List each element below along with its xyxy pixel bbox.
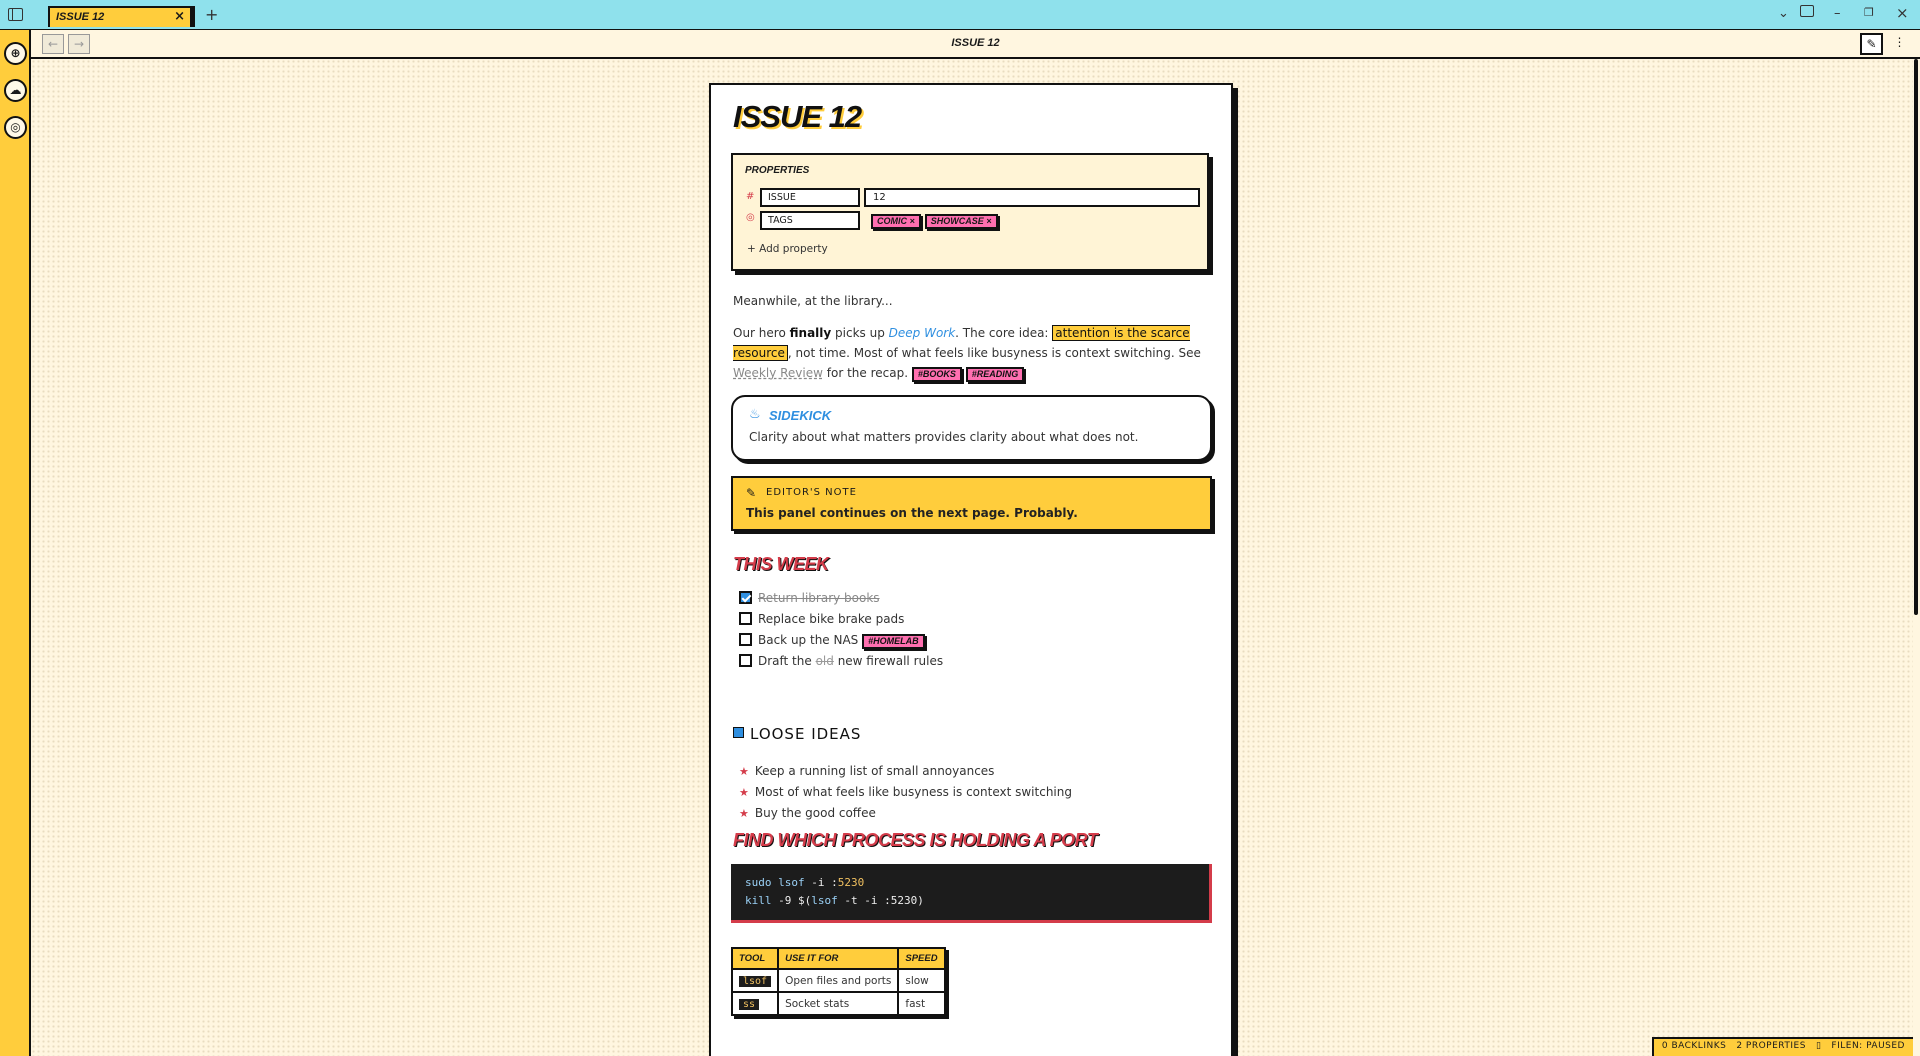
scrollbar-thumb[interactable] [1914, 59, 1918, 615]
note-title[interactable]: ISSUE 12 [733, 99, 862, 135]
cloud-icon[interactable]: ☁ [4, 79, 27, 102]
callout-title: EDITOR'S NOTE [766, 487, 857, 498]
property-key-issue[interactable]: ISSUE [760, 188, 860, 207]
status-bar: 0 BACKLINKS 2 PROPERTIES ▯ FILEN: PAUSED [1651, 1037, 1913, 1056]
scrollbar[interactable] [1913, 59, 1920, 1056]
heading-this-week: THIS WEEK [733, 554, 829, 574]
close-window-icon[interactable]: × [1896, 4, 1909, 22]
table-cell[interactable]: Socket stats [777, 991, 900, 1016]
view-title: ISSUE 12 [951, 37, 1000, 49]
task-item: Back up the NAS #HOMELAB [739, 633, 925, 653]
body-paragraph: Our hero finally picks up Deep Work. The… [733, 325, 1201, 382]
tab-label: ISSUE 12 [56, 11, 105, 23]
star-icon: ★ [739, 765, 749, 778]
properties-panel: PROPERTIES # ISSUE 12 ◎ TAGS COMIC × SHOW… [731, 153, 1209, 271]
tag-homelab[interactable]: #HOMELAB [862, 634, 925, 649]
heading-port: FIND WHICH PROCESS IS HOLDING A PORT [733, 830, 1098, 850]
flame-icon: ♨ [749, 407, 761, 422]
number-icon: # [746, 191, 755, 202]
left-ribbon: ⊕ ☁ ◎ [0, 30, 31, 1056]
view-header: ← → ISSUE 12 ✎ ⋮ [31, 30, 1920, 59]
restore-icon[interactable]: ❐ [1864, 6, 1874, 19]
book-icon[interactable]: ▯ [1816, 1041, 1821, 1054]
code-line: sudo lsof -i :5230 [745, 876, 865, 889]
editors-note-callout: ✎ EDITOR'S NOTE This panel continues on … [731, 476, 1212, 531]
internal-link[interactable]: Deep Work [889, 326, 956, 340]
list-item: ★ Most of what feels like busyness is con… [739, 785, 1072, 799]
star-icon: ★ [739, 807, 749, 820]
star-icon: ★ [739, 786, 749, 799]
checkbox[interactable] [739, 633, 752, 646]
property-key-tags[interactable]: TAGS [760, 211, 860, 230]
table-row: ss Socket stats fast [730, 991, 946, 1016]
table-cell[interactable]: Open files and ports [777, 968, 900, 993]
tag-pill[interactable]: COMIC × [871, 214, 921, 229]
intro-paragraph: Meanwhile, at the library... [733, 294, 893, 308]
note-page: ISSUE 12 PROPERTIES # ISSUE 12 ◎ TAGS CO… [709, 83, 1233, 1056]
sidekick-callout: ♨ SIDEKICK Clarity about what matters pr… [731, 395, 1212, 461]
properties-heading[interactable]: PROPERTIES [745, 165, 809, 176]
inline-code: lsof [739, 975, 772, 987]
table-cell[interactable]: slow [897, 968, 946, 993]
right-sidebar-toggle-icon[interactable] [1800, 5, 1814, 17]
properties-count[interactable]: 2 PROPERTIES [1736, 1041, 1806, 1054]
callout-body: Clarity about what matters provides clar… [749, 430, 1139, 444]
table-header: SPEED [897, 947, 946, 970]
task-item: Replace bike brake pads [739, 612, 904, 632]
tags-icon: ◎ [746, 212, 755, 223]
callout-title: SIDEKICK [769, 408, 832, 423]
task-item: Draft the old new firewall rules [739, 654, 943, 674]
title-bar: ISSUE 12 × + ⌄ – ❐ × [0, 0, 1920, 30]
property-value-issue[interactable]: 12 [864, 188, 1200, 207]
code-block[interactable]: sudo lsof -i :5230 kill -9 $(lsof -t -i … [731, 864, 1212, 923]
tag-reading[interactable]: #READING [965, 367, 1025, 382]
table-header: USE IT FOR [777, 947, 900, 970]
callout-body: This panel continues on the next page. P… [746, 506, 1078, 520]
list-item: ★ Buy the good coffee [739, 806, 876, 820]
add-property-button[interactable]: + Add property [747, 243, 828, 255]
sync-status[interactable]: FILEN: PAUSED [1831, 1041, 1905, 1054]
backlinks-count[interactable]: 0 BACKLINKS [1662, 1041, 1726, 1054]
inline-code: ss [739, 998, 760, 1010]
new-tab-icon[interactable]: + [205, 5, 218, 24]
checkbox[interactable] [739, 612, 752, 625]
checkbox[interactable] [739, 654, 752, 667]
table-row: lsof Open files and ports slow [730, 968, 946, 993]
table-header: TOOL [730, 947, 780, 970]
edit-mode-icon[interactable]: ✎ [1860, 33, 1883, 55]
close-tab-icon[interactable]: × [174, 9, 185, 24]
tag-books[interactable]: #BOOKS [911, 367, 962, 382]
property-value-tags[interactable]: COMIC × SHOWCASE × [864, 212, 1009, 231]
more-options-icon[interactable]: ⋮ [1888, 33, 1911, 55]
tag-pill[interactable]: SHOWCASE × [924, 214, 998, 229]
table-cell[interactable]: fast [897, 991, 946, 1016]
minimize-icon[interactable]: – [1834, 6, 1841, 21]
tools-table: TOOL USE IT FOR SPEED lsof Open files an… [730, 947, 946, 1016]
workspace: ISSUE 12 PROPERTIES # ISSUE 12 ◎ TAGS CO… [31, 59, 1913, 1056]
tab-issue-12[interactable]: ISSUE 12 × [48, 6, 192, 27]
list-item: ★ Keep a running list of small annoyances [739, 764, 995, 778]
heading-loose-ideas: LOOSE IDEAS [733, 725, 861, 743]
pencil-icon: ✎ [746, 486, 757, 500]
table-header-row: TOOL USE IT FOR SPEED [730, 947, 946, 970]
code-line: kill -9 $(lsof -t -i :5230) [745, 894, 924, 907]
square-icon [733, 727, 744, 738]
unresolved-link[interactable]: Weekly Review [733, 366, 823, 380]
tab-list-chevron-icon[interactable]: ⌄ [1778, 6, 1789, 21]
graph-icon[interactable]: ⊕ [4, 42, 27, 65]
sidebar-toggle-icon[interactable] [8, 8, 23, 21]
checkbox[interactable] [739, 591, 752, 604]
compass-icon[interactable]: ◎ [4, 116, 27, 139]
task-item: Return library books [739, 591, 880, 611]
